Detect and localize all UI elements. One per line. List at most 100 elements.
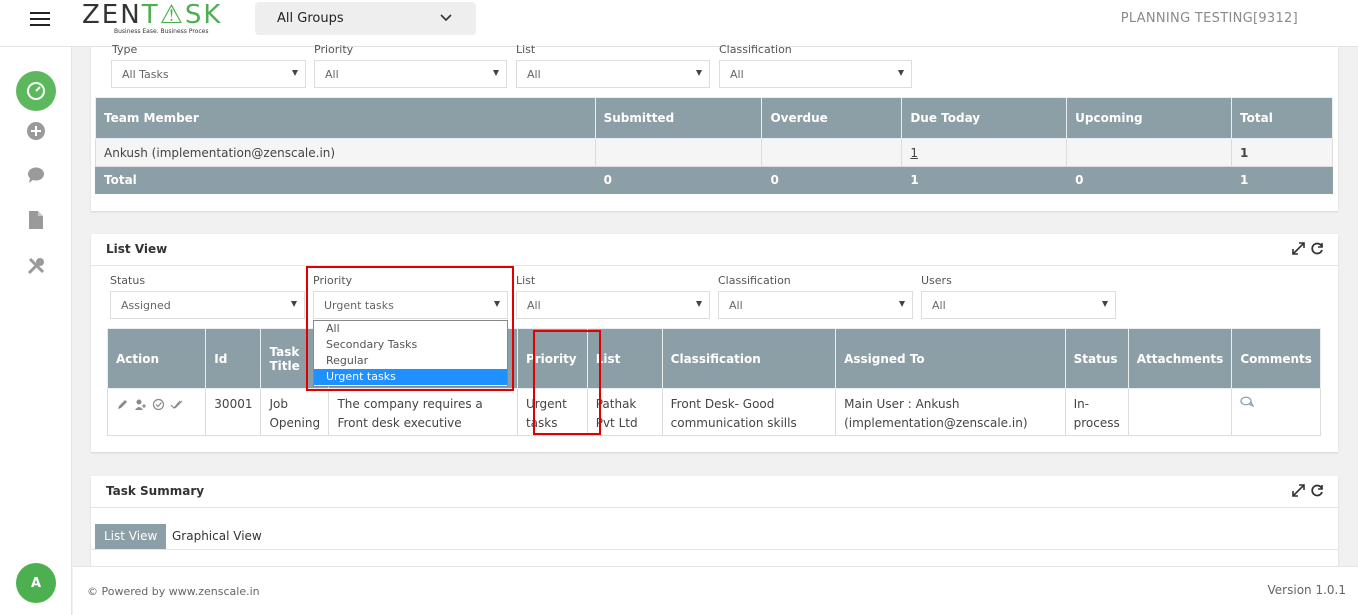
tab-list-view[interactable]: List View [95,524,167,549]
approve-icon[interactable] [170,398,183,411]
avatar[interactable]: A [16,563,56,603]
team-member-table: Team Member Submitted Overdue Due Today … [95,97,1333,194]
status-filter-value: Assigned [121,299,171,312]
assign-user-icon[interactable] [134,398,147,411]
filter-label-list: List [516,43,536,56]
document-icon[interactable] [25,209,47,231]
filter-classification-value: All [730,68,744,81]
filter-label-priority: Priority [313,274,353,287]
col-header[interactable]: Upcoming [1066,97,1233,139]
col-header-id[interactable]: Id [205,328,262,389]
add-icon[interactable] [25,120,47,142]
status-filter-select[interactable]: Assigned [110,291,305,319]
dashboard-icon[interactable] [16,71,56,111]
priority-filter-select[interactable]: Urgent tasks [313,291,508,319]
dropdown-arrow-icon [292,70,298,76]
panel-title: List View [106,242,168,256]
edit-icon[interactable] [116,398,129,411]
comments-cell [1231,388,1321,436]
filter-type-select[interactable]: All Tasks [111,60,306,88]
panel-tools [1292,242,1324,255]
org-name: PLANNING TESTING[9312] [1120,11,1298,26]
dropdown-arrow-icon [494,301,500,307]
refresh-icon[interactable] [1311,242,1324,255]
total-submitted: 0 [594,166,763,194]
col-header[interactable]: Due Today [901,97,1068,139]
overdue-cell [761,138,903,167]
task-description: The company requires a Front desk execut… [328,388,518,436]
col-header[interactable]: Team Member [95,97,596,139]
filter-label-classification: Classification [719,43,792,56]
expand-icon[interactable] [1292,484,1305,497]
total-cell: 1 [1231,138,1333,167]
col-header-attachments[interactable]: Attachments [1127,328,1233,389]
chat-icon[interactable] [25,164,47,186]
menu-icon[interactable] [30,12,50,28]
task-classification: Front Desk- Good communication skills [661,388,837,436]
group-selector-label: All Groups [277,11,344,26]
expand-icon[interactable] [1292,242,1305,255]
total-due-today: 1 [901,166,1068,194]
dropdown-arrow-icon [696,301,702,307]
total-row: Total 0 0 1 0 1 [95,166,1333,194]
version-label: Version 1.0.1 [1267,583,1346,597]
dropdown-arrow-icon [696,70,702,76]
filter-priority-select[interactable]: All [314,60,507,88]
task-list: Pathak Pvt Ltd [586,388,663,436]
priority-filter-value: Urgent tasks [324,299,394,312]
col-header-priority[interactable]: Priority [516,328,588,389]
top-header: ZENT⚠SK Business Ease. Business Proces A… [0,0,1358,47]
total-label: Total [95,166,596,194]
filter-label-list: List [516,274,536,287]
dropdown-arrow-icon [291,301,297,307]
complete-icon[interactable] [152,398,165,411]
col-header[interactable]: Total [1231,97,1333,139]
dropdown-arrow-icon [898,70,904,76]
dropdown-arrow-icon [493,70,499,76]
tab-graphical-view[interactable]: Graphical View [163,524,271,549]
zentask-logo[interactable]: ZENT⚠SK Business Ease. Business Proces [82,0,227,42]
priority-option-selected[interactable]: Urgent tasks [314,369,507,385]
filter-list-select[interactable]: All [516,60,710,88]
tools-icon[interactable] [25,255,47,277]
priority-option[interactable]: Regular [314,353,507,369]
task-list-table: Action Id Task Title Priority List Class… [106,328,1321,436]
classification-filter-select[interactable]: All [718,291,913,319]
task-title: Job Opening [260,388,330,436]
col-header-status[interactable]: Status [1064,328,1129,389]
chevron-down-icon [440,14,452,22]
divider [91,549,1338,550]
total-total: 1 [1231,166,1333,194]
powered-by: © Powered by www.zenscale.in [87,585,260,598]
col-header[interactable]: Overdue [761,97,903,139]
priority-option[interactable]: Secondary Tasks [314,337,507,353]
team-member-cell: Ankush (implementation@zenscale.in) [95,138,596,167]
task-priority: Urgent tasks [516,388,588,436]
filter-priority-value: All [325,68,339,81]
users-filter-select[interactable]: All [921,291,1116,319]
col-header-assigned-to[interactable]: Assigned To [835,328,1066,389]
filter-classification-select[interactable]: All [719,60,912,88]
group-selector[interactable]: All Groups [255,2,476,35]
comments-icon[interactable] [1240,396,1255,411]
due-today-link[interactable]: 1 [910,146,918,160]
upcoming-cell [1066,138,1233,167]
task-assigned-to: Main User : Ankush (implementation@zensc… [835,388,1066,436]
refresh-icon[interactable] [1311,484,1324,497]
task-attachments [1127,388,1233,436]
col-header-comments[interactable]: Comments [1231,328,1321,389]
task-summary-panel: Task Summary List View Graphical View [91,476,1338,566]
classification-filter-value: All [729,299,743,312]
table-row: 30001 Job Opening The company requires a… [106,388,1321,436]
col-header-list[interactable]: List [586,328,663,389]
filter-type-value: All Tasks [122,68,169,81]
panel-tools [1292,484,1324,497]
left-sidebar: A [0,47,72,615]
col-header-action[interactable]: Action [106,328,207,389]
col-header-classification[interactable]: Classification [661,328,837,389]
priority-dropdown-list: All Secondary Tasks Regular Urgent tasks [313,320,508,387]
col-header[interactable]: Submitted [594,97,763,139]
total-overdue: 0 [761,166,903,194]
priority-option[interactable]: All [314,321,507,337]
list-filter-select[interactable]: All [516,291,710,319]
